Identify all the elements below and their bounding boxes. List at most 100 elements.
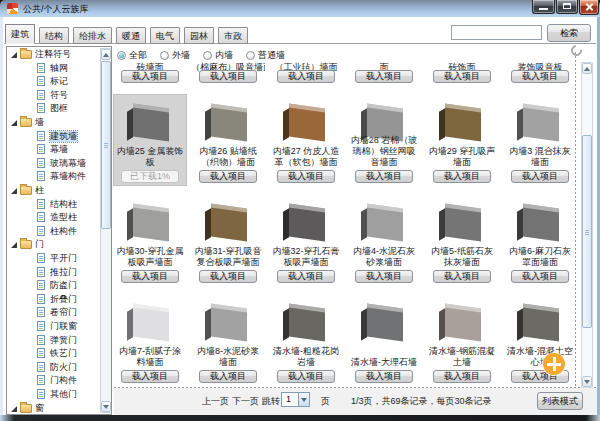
grid-scrollbar[interactable] xyxy=(581,62,593,388)
tree-item-造型柱[interactable]: 造型柱 xyxy=(7,211,99,224)
load-into-project-button[interactable]: 载入项目 xyxy=(199,270,257,283)
load-into-project-button[interactable]: 载入项目 xyxy=(277,270,335,283)
tree-item-铁艺门[interactable]: 铁艺门 xyxy=(7,347,99,360)
load-into-project-button[interactable]: 载入项目 xyxy=(121,70,179,83)
tree-item-幕墙[interactable]: 幕墙 xyxy=(7,143,99,156)
load-into-project-button[interactable]: 载入项目 xyxy=(511,70,569,83)
load-into-project-button[interactable]: 载入项目 xyxy=(121,270,179,283)
list-mode-button[interactable]: 列表模式 xyxy=(537,392,583,410)
tree-item-卷帘门[interactable]: 卷帘门 xyxy=(7,306,99,319)
tab-结构[interactable]: 结构 xyxy=(39,27,69,44)
family-tile[interactable]: 内墙31-穿孔吸音复合板吸声墙面载入项目 xyxy=(192,195,264,285)
family-tile[interactable]: 内墙27 仿皮人造革（软包）墙面载入项目 xyxy=(270,95,342,185)
load-into-project-button[interactable]: 载入项目 xyxy=(199,70,257,83)
load-into-project-button[interactable]: 载入项目 xyxy=(277,70,335,83)
tree-item-标记[interactable]: 标记 xyxy=(7,75,99,88)
tab-给排水[interactable]: 给排水 xyxy=(73,27,112,44)
tree-item-平开门[interactable]: 平开门 xyxy=(7,252,99,265)
next-page-link[interactable]: 下一页 xyxy=(232,395,259,408)
load-into-project-button[interactable]: 载入项目 xyxy=(355,270,413,283)
family-tile[interactable]: 内墙7-刮腻子涂料墙面载入项目 xyxy=(114,295,186,385)
grid-scroll-down-icon[interactable] xyxy=(582,376,592,387)
load-into-project-button[interactable]: 载入项目 xyxy=(433,70,491,83)
load-into-project-button[interactable]: 载入项目 xyxy=(199,170,257,183)
family-tile[interactable]: 内墙29 穿孔吸声墙面载入项目 xyxy=(426,95,498,185)
tree-item-幕墙构件[interactable]: 幕墙构件 xyxy=(7,170,99,183)
prev-page-link[interactable]: 上一页 xyxy=(202,395,229,408)
tree-item-图框[interactable]: 图框 xyxy=(7,102,99,115)
search-button[interactable]: 检索 xyxy=(547,24,591,42)
family-tile[interactable]: 内墙5-纸筋石灰抹灰墙面载入项目 xyxy=(426,195,498,285)
tree-item-推拉门[interactable]: 推拉门 xyxy=(7,266,99,279)
load-into-project-button[interactable]: 载入项目 xyxy=(433,270,491,283)
load-into-project-button[interactable]: 载入项目 xyxy=(433,170,491,183)
tree-scroll-down-icon[interactable] xyxy=(101,401,111,412)
tree-item-门构件[interactable]: 门构件 xyxy=(7,374,99,387)
load-into-project-button[interactable]: 载入项目 xyxy=(121,370,179,383)
tree-item-轴网[interactable]: 轴网 xyxy=(7,62,99,75)
family-tile[interactable]: 清水墙-混凝土空心墙载入项目 xyxy=(504,295,576,385)
family-tile[interactable]: 内墙25 金属装饰板已下载1% xyxy=(114,95,186,185)
load-into-project-button[interactable]: 载入项目 xyxy=(199,370,257,383)
tree-item-折叠门[interactable]: 折叠门 xyxy=(7,293,99,306)
tree-item-防盗门[interactable]: 防盗门 xyxy=(7,279,99,292)
tree-item-弹簧门[interactable]: 弹簧门 xyxy=(7,334,99,347)
maximize-button[interactable] xyxy=(556,0,578,14)
load-into-project-button[interactable]: 已下载1% xyxy=(121,170,179,183)
page-select[interactable]: 1 xyxy=(281,392,310,407)
expand-arrow-icon[interactable] xyxy=(11,52,17,58)
load-into-project-button[interactable]: 载入项目 xyxy=(277,370,335,383)
expand-arrow-icon[interactable] xyxy=(11,406,17,412)
tree-item-防火门[interactable]: 防火门 xyxy=(7,361,99,374)
tree-group-墙[interactable]: 墙 xyxy=(7,116,99,129)
tree-scroll-up-icon[interactable] xyxy=(101,49,111,60)
load-into-project-button[interactable]: 载入项目 xyxy=(433,370,491,383)
close-button[interactable] xyxy=(579,0,599,15)
plus-badge-icon[interactable] xyxy=(543,353,565,375)
family-tile[interactable]: 内墙4-水泥石灰砂浆墙面载入项目 xyxy=(348,195,420,285)
tree-item-玻璃幕墙[interactable]: 玻璃幕墙 xyxy=(7,157,99,170)
tab-电气[interactable]: 电气 xyxy=(150,27,180,44)
tree-item-建筑墙[interactable]: 建筑墙 xyxy=(7,130,99,143)
family-tile[interactable]: 内墙3 混合抹灰墙面载入项目 xyxy=(504,95,576,185)
load-into-project-button[interactable]: 载入项目 xyxy=(355,370,413,383)
family-tile[interactable]: 内墙8-水泥砂浆墙面载入项目 xyxy=(192,295,264,385)
expand-arrow-icon[interactable] xyxy=(11,188,17,194)
expand-arrow-icon[interactable] xyxy=(11,242,17,248)
family-tile[interactable]: 内墙28 岩棉（玻璃棉）钢丝网吸音墙面载入项目 xyxy=(348,95,420,185)
tree-group-注释符号[interactable]: 注释符号 xyxy=(7,48,99,61)
grid-scroll-thumb[interactable] xyxy=(582,135,592,328)
family-tile[interactable]: 清水墙-粗糙花岗岩墙载入项目 xyxy=(270,295,342,385)
family-tile[interactable]: 内墙26 贴墙纸（织物）墙面载入项目 xyxy=(192,95,264,185)
family-tile[interactable]: 内墙32-穿孔石膏板吸声墙面载入项目 xyxy=(270,195,342,285)
load-into-project-button[interactable]: 载入项目 xyxy=(511,270,569,283)
family-tile[interactable]: 内墙6-麻刀石灰罩面墙面载入项目 xyxy=(504,195,576,285)
tile-name: 清水墙-钢筋混凝土墙 xyxy=(427,346,497,368)
tab-园林[interactable]: 园林 xyxy=(184,27,214,44)
load-into-project-button[interactable]: 载入项目 xyxy=(355,170,413,183)
tab-暖通[interactable]: 暖通 xyxy=(116,27,146,44)
load-into-project-button[interactable]: 载入项目 xyxy=(277,170,335,183)
tree-group-门[interactable]: 门 xyxy=(7,238,99,251)
family-tile[interactable]: 清水墙-大理石墙载入项目 xyxy=(348,295,420,385)
load-into-project-button[interactable]: 载入项目 xyxy=(355,70,413,83)
tree-item-其他门[interactable]: 其他门 xyxy=(7,388,99,401)
tree-group-窗[interactable]: 窗 xyxy=(7,402,99,415)
grid-scroll-up-icon[interactable] xyxy=(582,63,592,74)
family-tile[interactable]: 内墙30-穿孔金属板吸声墙面载入项目 xyxy=(114,195,186,285)
minimize-button[interactable] xyxy=(532,0,555,14)
tab-市政[interactable]: 市政 xyxy=(218,27,248,44)
tree-item-符号[interactable]: 符号 xyxy=(7,89,99,102)
tree-scroll-thumb[interactable] xyxy=(101,61,111,229)
grid-cell: 内墙8-水泥砂浆墙面载入项目 xyxy=(189,295,267,388)
family-tile[interactable]: 清水墙-钢筋混凝土墙载入项目 xyxy=(426,295,498,385)
expand-arrow-icon[interactable] xyxy=(11,120,17,126)
search-input[interactable] xyxy=(451,25,542,40)
tree-group-柱[interactable]: 柱 xyxy=(7,184,99,197)
thumb-front-face xyxy=(289,103,325,141)
tab-建筑[interactable]: 建筑 xyxy=(5,24,35,44)
tree-item-柱构件[interactable]: 柱构件 xyxy=(7,225,99,238)
tree-item-门联窗[interactable]: 门联窗 xyxy=(7,320,99,333)
load-into-project-button[interactable]: 载入项目 xyxy=(511,170,569,183)
tree-item-结构柱[interactable]: 结构柱 xyxy=(7,198,99,211)
